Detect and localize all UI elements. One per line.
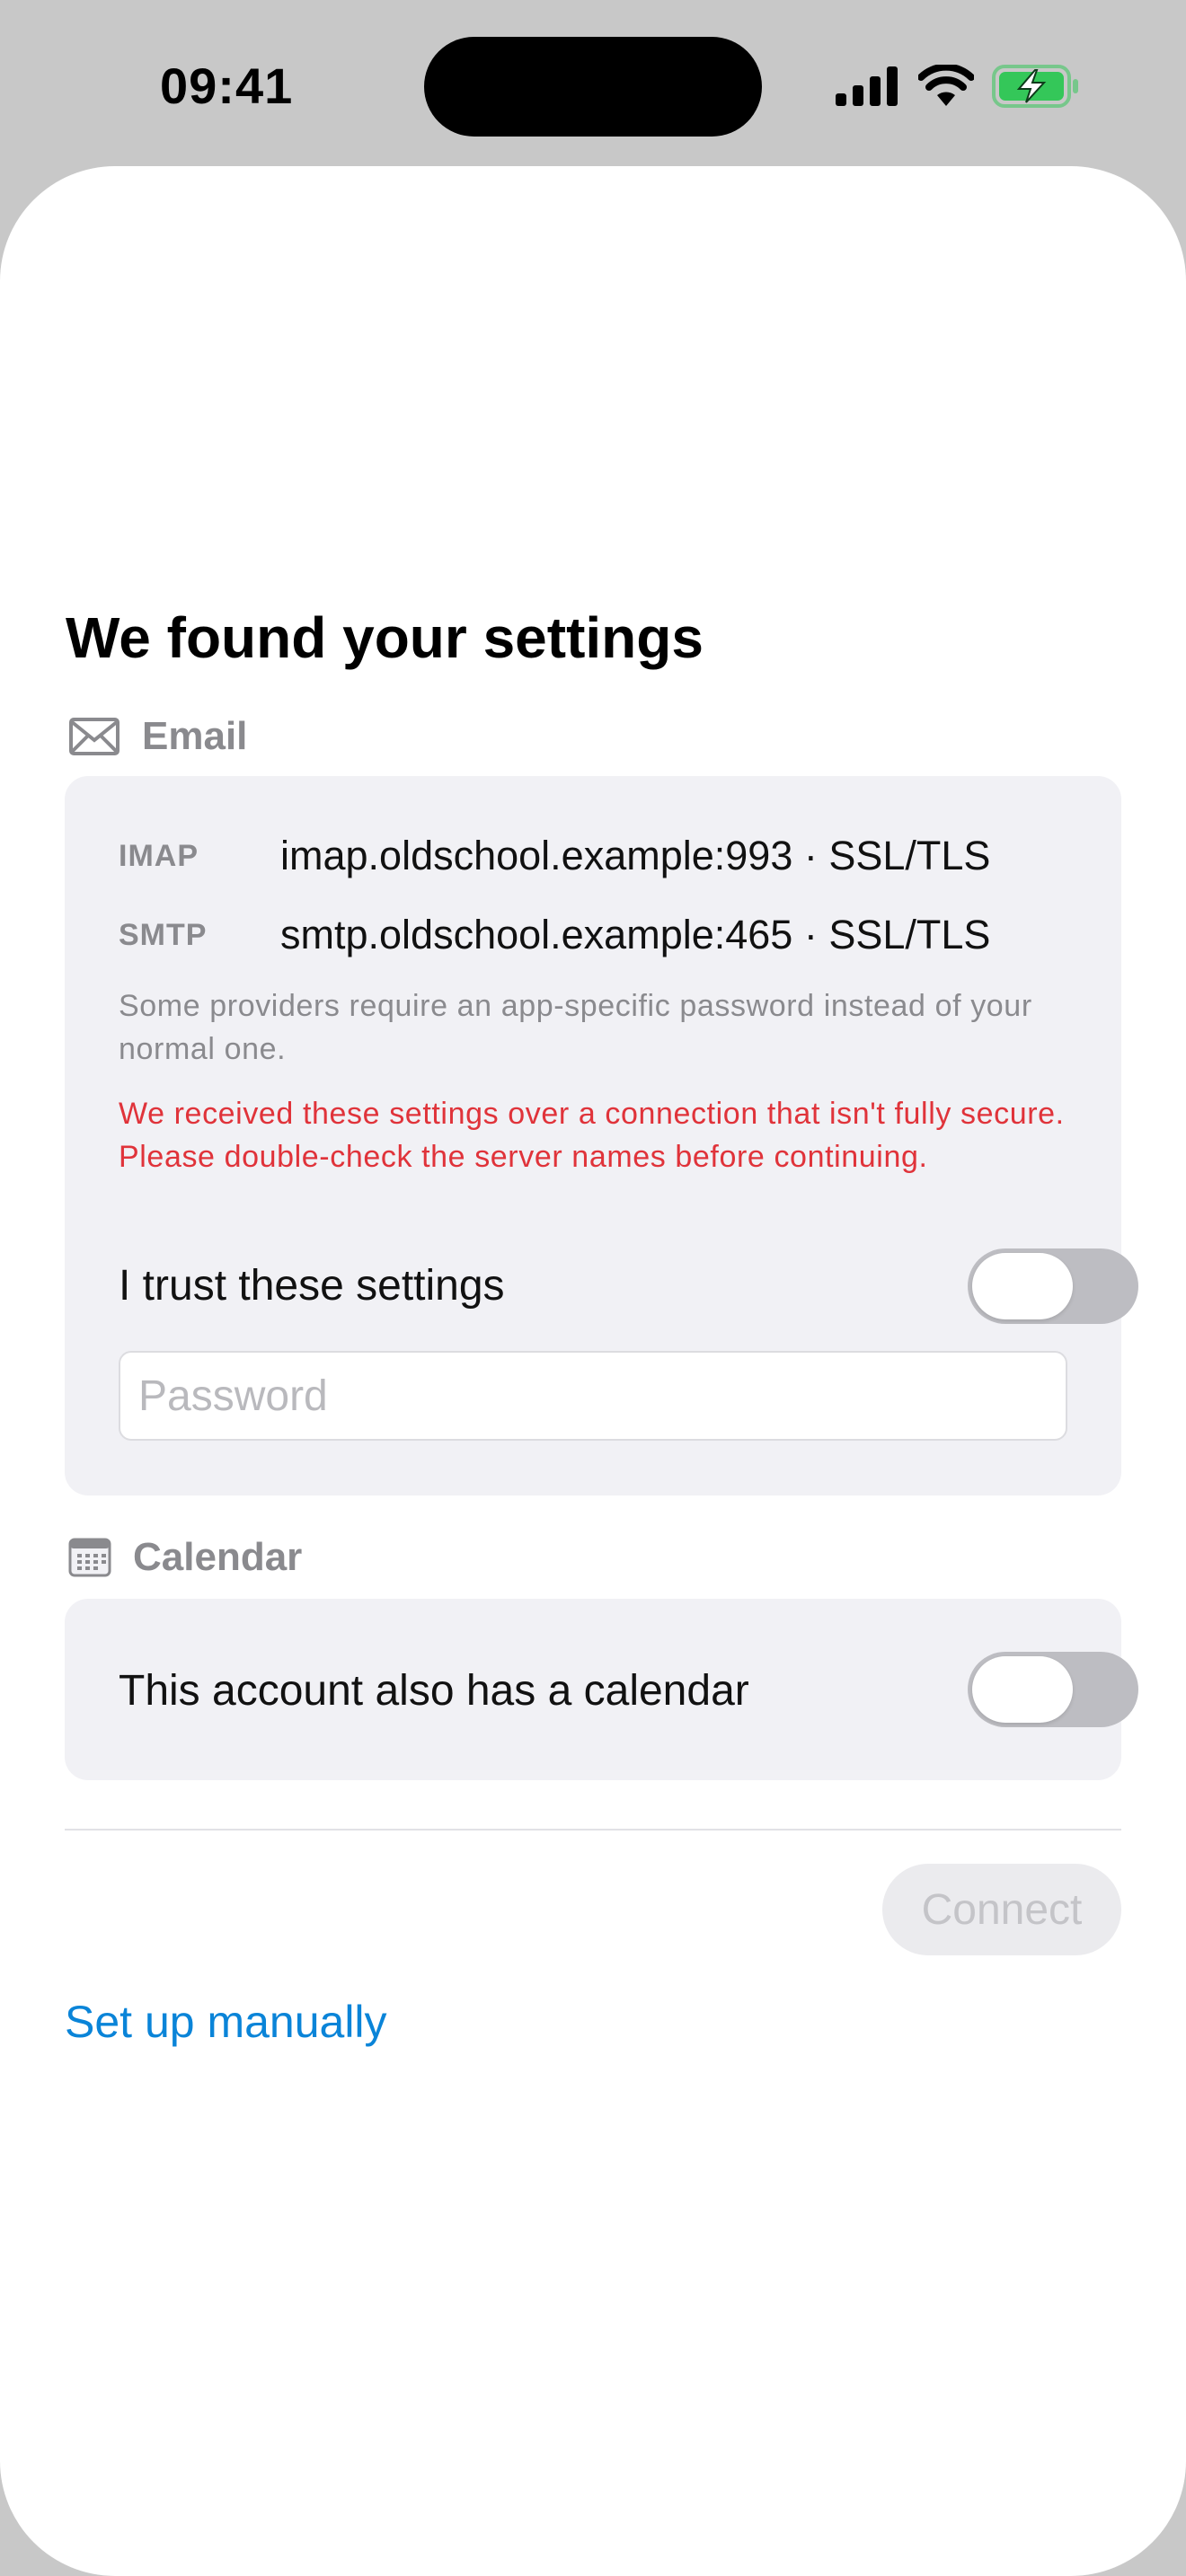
dynamic-island (424, 37, 762, 137)
calendar-section-label: Calendar (133, 1535, 303, 1579)
wifi-icon (918, 65, 974, 106)
smtp-protocol-label: SMTP (119, 917, 208, 952)
password-field[interactable] (119, 1351, 1067, 1441)
email-settings-card: IMAP imap.oldschool.example:993 · SSL/TL… (65, 776, 1138, 1495)
email-section-header: Email (68, 710, 247, 763)
app-password-hint: Some providers require an app-specific p… (119, 989, 1032, 1066)
envelope-icon (69, 718, 119, 755)
set-up-manually-link[interactable]: Set up manually (65, 1993, 387, 2051)
trust-settings-label: I trust these settings (119, 1262, 505, 1310)
cellular-signal-icon (836, 66, 898, 106)
page-title: We found your settings (66, 605, 704, 670)
smtp-row: SMTP smtp.oldschool.example:465 · SSL/TL… (119, 908, 990, 962)
status-time: 09:41 (160, 57, 294, 114)
connect-button[interactable]: Connect (882, 1864, 1121, 1955)
calendar-settings-card: This account also has a calendar (65, 1599, 1138, 1780)
status-icons (836, 63, 1087, 110)
calendar-section-header: Calendar (68, 1531, 302, 1584)
toggle-knob (972, 1253, 1073, 1319)
divider (65, 1829, 1121, 1831)
insecure-connection-warning: We received these settings over a connec… (119, 1097, 1065, 1174)
toggle-knob (972, 1656, 1073, 1723)
imap-row: IMAP imap.oldschool.example:993 · SSL/TL… (119, 829, 990, 883)
email-section-label: Email (142, 714, 248, 758)
imap-server-value: imap.oldschool.example:993 · SSL/TLS (280, 833, 991, 878)
smtp-server-value: smtp.oldschool.example:465 · SSL/TLS (280, 912, 991, 957)
calendar-icon (68, 1538, 111, 1577)
calendar-option-label: This account also has a calendar (119, 1667, 749, 1715)
trust-settings-toggle[interactable] (968, 1248, 1138, 1324)
calendar-toggle[interactable] (968, 1652, 1138, 1727)
battery-charging-icon (992, 65, 1078, 108)
imap-protocol-label: IMAP (119, 838, 199, 873)
phone-screen: 09:41 We found your settings Email IMAP … (0, 0, 1186, 2576)
